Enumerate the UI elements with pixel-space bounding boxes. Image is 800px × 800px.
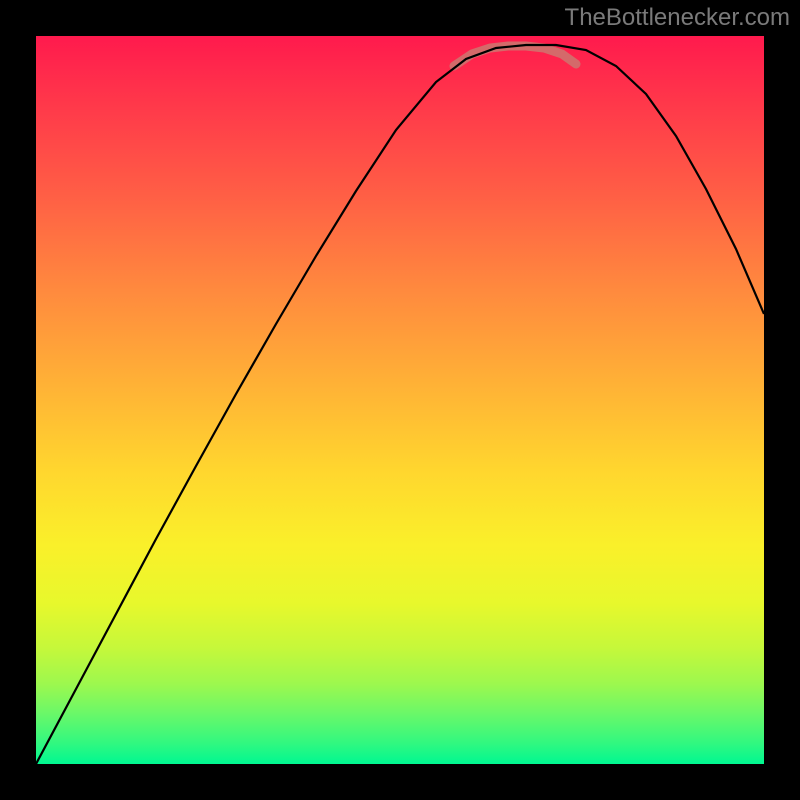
curve-svg [36, 36, 764, 764]
watermark-text: TheBottlenecker.com [565, 4, 790, 32]
plot-area [36, 36, 764, 764]
bottleneck-curve [36, 45, 764, 764]
